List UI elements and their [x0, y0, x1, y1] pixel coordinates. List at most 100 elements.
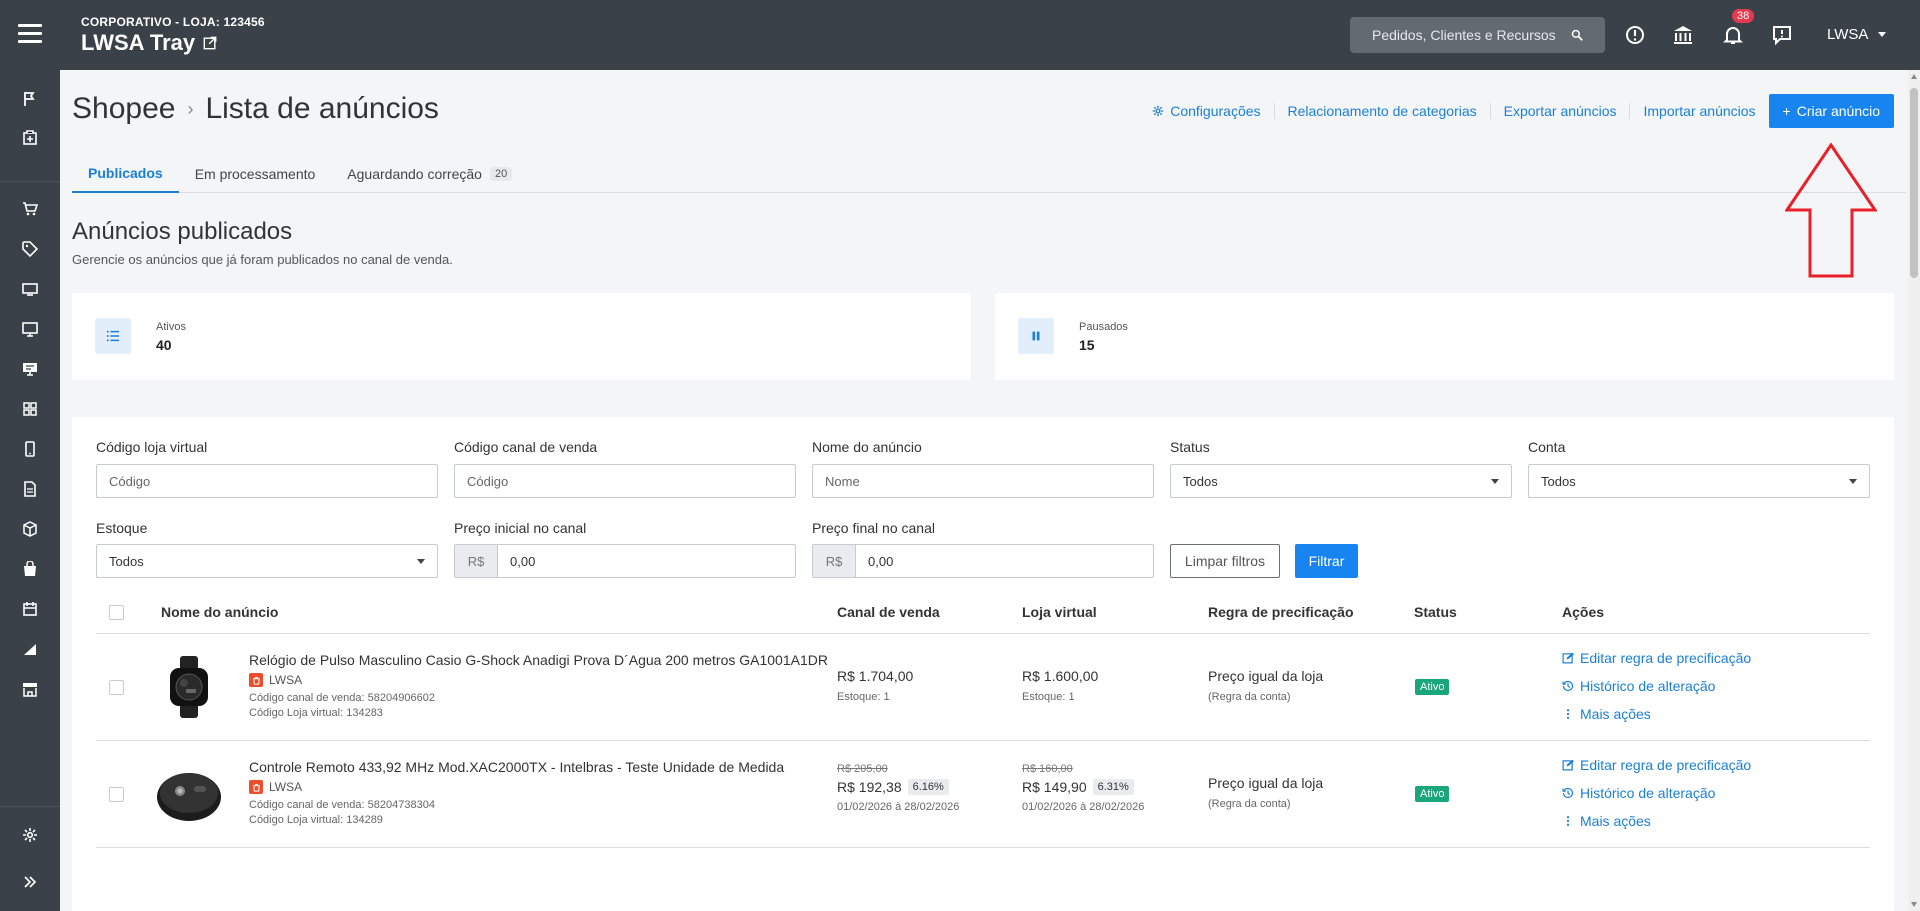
sidebar-divider	[0, 806, 60, 807]
th-status: Status	[1414, 604, 1457, 620]
screen-icon[interactable]	[22, 281, 38, 297]
mobile-icon[interactable]	[22, 441, 38, 457]
stat-card-paused[interactable]: Pausados 15	[995, 293, 1894, 380]
apps-icon[interactable]	[22, 401, 38, 417]
currency-prefix: R$	[455, 545, 498, 577]
more-vertical-icon	[1566, 709, 1570, 719]
desktop-icon[interactable]	[22, 361, 38, 377]
expand-sidebar-icon[interactable]	[22, 874, 38, 890]
row-checkbox[interactable]	[109, 787, 124, 802]
product-image-remote[interactable]	[156, 761, 222, 827]
stat-card-active[interactable]: Ativos 40	[72, 293, 971, 380]
row-checkbox[interactable]	[109, 680, 124, 695]
tab-awaiting[interactable]: Aguardando correção 20	[331, 155, 528, 193]
gear-icon	[1152, 105, 1164, 117]
tab-awaiting-label: Aguardando correção	[347, 166, 482, 182]
product-image-watch[interactable]	[156, 654, 222, 720]
bag-icon[interactable]	[22, 561, 38, 577]
status-select[interactable]: Todos	[1170, 464, 1512, 498]
bell-icon[interactable]	[1723, 25, 1743, 45]
account-select[interactable]: Todos	[1528, 464, 1870, 498]
account-select-value: Todos	[1541, 473, 1576, 489]
bank-icon[interactable]	[1673, 25, 1693, 45]
more-actions-link[interactable]: Mais ações	[1562, 706, 1651, 722]
change-history-label: Histórico de alteração	[1580, 785, 1716, 801]
more-actions-link[interactable]: Mais ações	[1562, 813, 1651, 829]
tab-awaiting-count: 20	[489, 167, 513, 181]
settings-link[interactable]: Configurações	[1139, 103, 1275, 119]
channel-code: Código canal de venda: 58204738304	[249, 799, 435, 811]
channel-code-input[interactable]: Código	[454, 464, 796, 498]
store-code-input[interactable]: Código	[96, 464, 438, 498]
store-code-label: Código loja virtual	[96, 439, 208, 455]
tag-icon[interactable]	[22, 241, 38, 257]
monitor-icon[interactable]	[22, 321, 38, 337]
user-menu[interactable]: LWSA	[1827, 26, 1887, 43]
store-subtitle: CORPORATIVO - LOJA: 123456	[81, 15, 265, 29]
channel-old-price: R$ 205,00	[837, 763, 888, 775]
edit-pricing-rule-link[interactable]: Editar regra de precificação	[1562, 650, 1751, 666]
edit-pricing-rule-link[interactable]: Editar regra de precificação	[1562, 757, 1751, 773]
calendar-icon[interactable]	[22, 601, 38, 617]
change-history-link[interactable]: Histórico de alteração	[1562, 678, 1715, 694]
tab-published[interactable]: Publicados	[72, 155, 179, 193]
scroll-up-icon[interactable]	[1911, 74, 1917, 79]
section-subtitle: Gerencie os anúncios que já foram public…	[72, 252, 453, 267]
channel-price: R$ 1.704,00	[837, 668, 914, 684]
plus-icon: +	[1782, 103, 1791, 119]
product-title[interactable]: Relógio de Pulso Masculino Casio G-Shock…	[249, 652, 828, 668]
export-link[interactable]: Exportar anúncios	[1491, 103, 1631, 119]
feedback-icon[interactable]	[1772, 25, 1792, 46]
th-name[interactable]: Nome do anúncio	[161, 604, 278, 620]
select-all-checkbox[interactable]	[109, 605, 124, 620]
status-label: Status	[1170, 439, 1210, 455]
filter-button[interactable]: Filtrar	[1295, 544, 1358, 578]
box-icon[interactable]	[22, 521, 38, 537]
store-price: R$ 149,90 6.31%	[1022, 779, 1134, 795]
listing-name-label: Nome do anúncio	[812, 439, 922, 455]
main-content: Shopee › Lista de anúncios Configurações…	[60, 70, 1920, 911]
stat-active-value: 40	[156, 337, 172, 353]
signal-icon[interactable]	[22, 641, 38, 657]
pricing-rule-sub: (Regra da conta)	[1208, 691, 1291, 703]
category-mapping-link[interactable]: Relacionamento de categorias	[1275, 103, 1491, 119]
page-scrollbar[interactable]	[1908, 70, 1920, 911]
flag-icon[interactable]	[22, 91, 38, 107]
cart-icon[interactable]	[22, 201, 38, 217]
clear-filters-button[interactable]: Limpar filtros	[1170, 544, 1280, 578]
scrollbar-thumb[interactable]	[1910, 88, 1918, 278]
tab-processing[interactable]: Em processamento	[179, 155, 332, 193]
breadcrumb-parent[interactable]: Shopee	[72, 92, 175, 126]
price-end-input[interactable]: R$ 0,00	[812, 544, 1154, 578]
create-listing-label: Criar anúncio	[1796, 103, 1880, 119]
listing-name-input[interactable]: Nome	[812, 464, 1154, 498]
store-name[interactable]: LWSA Tray	[81, 30, 217, 56]
status-badge: Ativo	[1415, 786, 1450, 802]
document-icon[interactable]	[22, 481, 38, 497]
change-history-link[interactable]: Histórico de alteração	[1562, 785, 1715, 801]
store-old-price: R$ 160,00	[1022, 763, 1073, 775]
product-title[interactable]: Controle Remoto 433,92 MHz Mod.XAC2000TX…	[249, 759, 784, 775]
section-title: Anúncios publicados	[72, 218, 293, 245]
breadcrumb-separator-icon: ›	[187, 98, 194, 119]
gear-icon[interactable]	[22, 827, 38, 843]
stock-label: Estoque	[96, 520, 148, 536]
store-period: 01/02/2026 à 28/02/2026	[1022, 801, 1145, 813]
menu-icon[interactable]	[18, 24, 42, 44]
chevron-down-icon	[1878, 32, 1887, 37]
price-start-input[interactable]: R$ 0,00	[454, 544, 796, 578]
shopee-icon	[249, 673, 263, 687]
scroll-down-icon[interactable]	[1911, 902, 1917, 907]
store-icon[interactable]	[22, 681, 38, 697]
price-end-value: 0,00	[868, 553, 894, 569]
external-link-icon[interactable]	[203, 36, 217, 50]
dashboard-icon[interactable]	[22, 130, 38, 146]
status-select-value: Todos	[1183, 473, 1218, 489]
create-listing-button[interactable]: + Criar anúncio	[1768, 94, 1894, 128]
import-link[interactable]: Importar anúncios	[1630, 103, 1768, 119]
stock-select[interactable]: Todos	[96, 544, 438, 578]
alert-icon[interactable]	[1625, 25, 1645, 45]
search-placeholder: Pedidos, Clientes e Recursos	[1372, 27, 1556, 43]
search-input[interactable]: Pedidos, Clientes e Recursos	[1350, 17, 1605, 53]
th-actions: Ações	[1562, 604, 1605, 620]
